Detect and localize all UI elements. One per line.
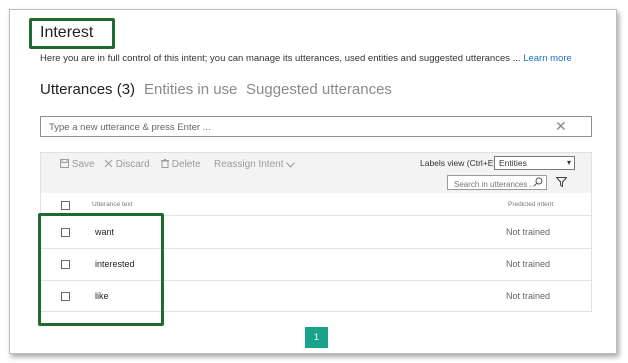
search-input[interactable]: [452, 177, 536, 191]
filter-icon[interactable]: [556, 177, 567, 187]
column-header-utterance-text: Utterance text: [92, 201, 133, 208]
labels-view-label: Labels view (Ctrl+E):: [420, 158, 499, 168]
utterance-search-field: [447, 175, 547, 191]
save-icon: [60, 159, 69, 168]
select-all-checkbox[interactable]: [61, 201, 70, 210]
caret-down-icon: ▾: [566, 158, 571, 167]
learn-more-link[interactable]: Learn more: [523, 53, 572, 64]
reassign-intent-button[interactable]: Reassign Intent: [214, 159, 296, 170]
tab-entities-in-use[interactable]: Entities in use: [144, 81, 237, 98]
page-button-current[interactable]: 1: [305, 327, 328, 348]
utterances-highlight-box: [38, 213, 164, 326]
predicted-intent-status: Not trained: [506, 291, 551, 301]
save-button[interactable]: Save: [60, 159, 95, 170]
title-highlight-box: [29, 18, 115, 49]
description-text: Here you are in full control of this int…: [40, 53, 521, 64]
predicted-intent-status: Not trained: [506, 227, 551, 237]
new-utterance-field: ✕: [40, 116, 592, 137]
labels-view-select[interactable]: Entities ▾: [494, 156, 575, 170]
delete-button[interactable]: Delete: [161, 159, 201, 170]
tab-utterances[interactable]: Utterances (3): [40, 81, 135, 98]
tab-suggested-utterances[interactable]: Suggested utterances: [246, 81, 392, 98]
predicted-intent-status: Not trained: [506, 259, 551, 269]
search-icon[interactable]: [533, 177, 543, 187]
close-icon[interactable]: ✕: [555, 119, 567, 134]
new-utterance-input[interactable]: [47, 119, 551, 136]
labels-view-value: Entities: [499, 158, 527, 168]
discard-button[interactable]: Discard: [104, 159, 150, 170]
column-header-predicted-intent: Predicted intent: [508, 201, 554, 208]
delete-label: Delete: [171, 159, 201, 170]
intent-description: Here you are in full control of this int…: [40, 53, 572, 64]
chevron-down-icon: [286, 162, 296, 168]
reassign-label: Reassign Intent: [214, 159, 284, 170]
discard-label: Discard: [115, 159, 150, 170]
close-icon: [104, 159, 113, 168]
trash-icon: [161, 159, 169, 168]
save-label: Save: [71, 159, 95, 170]
